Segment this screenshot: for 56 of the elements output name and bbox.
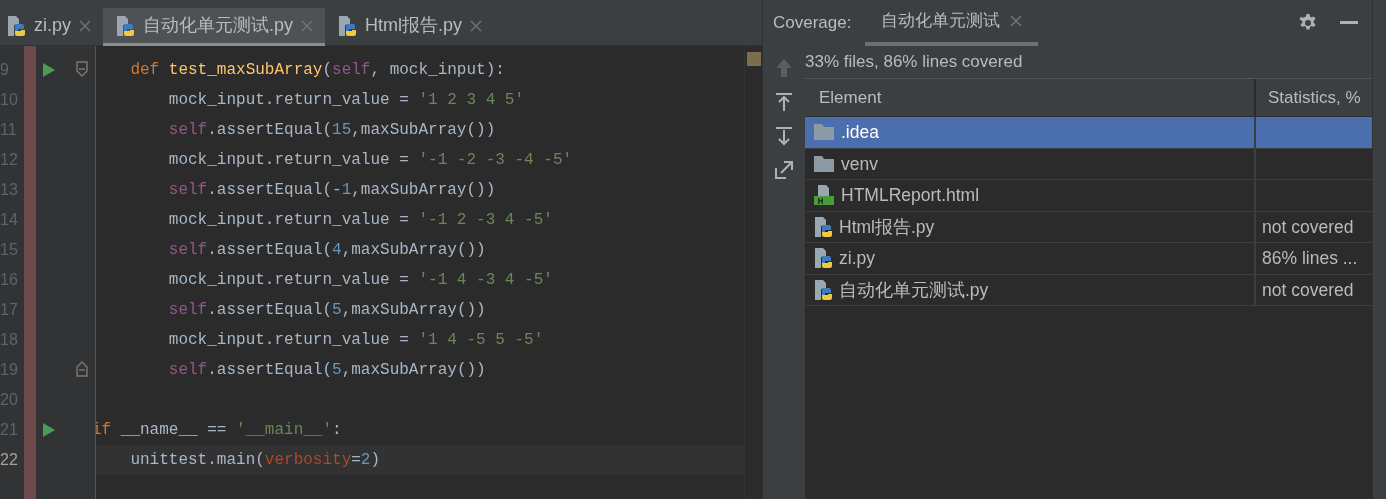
code-line: self.assertEqual(-1,maxSubArray()) [167, 180, 496, 201]
file-name: venv [841, 152, 878, 176]
code-line: self.assertEqual(5,maxSubArray()) [167, 360, 486, 381]
coverage-row[interactable]: Html报告.py not covered [805, 211, 1372, 243]
code-line: mock_input.return_value = '-1 2 -3 4 -5' [167, 210, 553, 231]
code-line: self.assertEqual(15,maxSubArray()) [167, 120, 496, 141]
editor-tab[interactable]: 自动化单元测试.py [103, 8, 326, 46]
file-name: 自动化单元测试.py [839, 278, 989, 302]
folder-icon [813, 154, 835, 173]
code-line: self.assertEqual(4,maxSubArray()) [167, 240, 486, 261]
file-name: .idea [841, 121, 879, 145]
editor-tab[interactable]: Html报告.py [325, 8, 495, 46]
minimize-icon[interactable] [1340, 21, 1358, 25]
python-file-icon [813, 215, 833, 238]
settings-icon[interactable] [1298, 13, 1318, 33]
close-icon[interactable] [79, 19, 91, 32]
coverage-statistic: not covered [1262, 215, 1354, 239]
code-line: unittest.main(verbosity=2) [129, 450, 381, 471]
html-file-icon [813, 184, 835, 207]
coverage-row[interactable]: .idea [805, 117, 1372, 149]
file-name: zi.py [839, 247, 875, 271]
python-file-icon [6, 14, 26, 37]
line-number: 22 [0, 450, 18, 470]
python-file-icon [813, 247, 833, 270]
column-header[interactable]: Statistics, % [1256, 79, 1372, 116]
python-file-icon [115, 14, 135, 37]
python-file-icon [813, 278, 833, 301]
fold-icon[interactable] [76, 61, 88, 77]
code-line: mock_input.return_value = '-1 -2 -3 -4 -5' [167, 150, 573, 171]
code-line: self.assertEqual(5,maxSubArray()) [167, 300, 486, 321]
editor-tab[interactable]: zi.py [0, 8, 103, 46]
download-icon[interactable] [774, 126, 794, 146]
warning-marker [747, 52, 761, 66]
fold-icon[interactable] [76, 361, 88, 377]
coverage-row[interactable]: venv [805, 148, 1372, 180]
export-icon[interactable] [774, 160, 794, 180]
code-line: mock_input.return_value = '1 4 -5 5 -5' [167, 330, 544, 351]
close-icon[interactable] [470, 19, 483, 32]
coverage-summary: 33% files, 86% lines covered [805, 51, 1024, 74]
panel-title: Coverage: [773, 12, 852, 35]
code-line: mock_input.return_value = '1 2 3 4 5' [167, 90, 525, 111]
upload-icon[interactable] [774, 92, 794, 112]
run-icon[interactable] [43, 63, 55, 77]
coverage-row[interactable]: zi.py 86% lines ... [805, 243, 1372, 275]
code-line: def test_maxSubArray(self, mock_input): [129, 60, 505, 81]
coverage-statistic: 86% lines ... [1262, 247, 1358, 271]
file-name: Html报告.py [839, 215, 935, 239]
run-icon[interactable] [43, 423, 55, 437]
code-line: mock_input.return_value = '-1 4 -3 4 -5' [167, 270, 553, 291]
coverage-row[interactable]: HTMLReport.html [805, 180, 1372, 212]
coverage-row[interactable]: 自动化单元测试.py not covered [805, 274, 1372, 306]
file-name: HTMLReport.html [841, 184, 980, 208]
python-file-icon [337, 14, 358, 37]
coverage-statistic: not covered [1262, 278, 1354, 302]
close-icon[interactable] [1010, 15, 1023, 27]
coverage-tab[interactable]: 自动化单元测试 [865, 0, 1039, 46]
